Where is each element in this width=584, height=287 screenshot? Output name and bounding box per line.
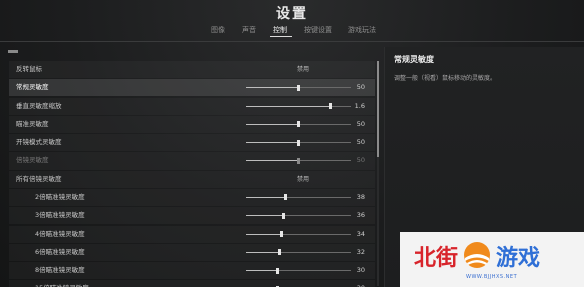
slider-fill: [246, 123, 299, 125]
slider-handle[interactable]: [297, 139, 300, 146]
settings-list: 反转鼠标 禁用 常规灵敏度 50 垂直灵敏度缩放 1.6 瞄准灵敏度 50 开镜模式灵敏度 50 倍…: [9, 61, 375, 287]
setting-value: 30: [357, 280, 365, 287]
setting-value: 50: [356, 138, 365, 147]
setting-slider[interactable]: [246, 121, 351, 128]
setting-value: 32: [356, 247, 365, 256]
setting-label: 倍镜灵敏度: [16, 156, 49, 165]
setting-slider[interactable]: [246, 212, 351, 219]
setting-row[interactable]: 6倍瞄准镜灵敏度 32: [9, 244, 375, 261]
setting-label: 6倍瞄准镜灵敏度: [35, 247, 85, 256]
slider-fill: [246, 233, 282, 235]
setting-label: 开镜模式灵敏度: [16, 138, 62, 147]
slider-fill: [246, 270, 278, 272]
tab-sound[interactable]: 声音: [242, 25, 256, 35]
scrollbar-thumb[interactable]: [377, 61, 379, 157]
setting-row[interactable]: 8倍瞄准镜灵敏度 30: [9, 262, 375, 279]
slider-fill: [246, 251, 280, 253]
setting-label: 瞄准灵敏度: [16, 119, 49, 128]
tab-bar: 图像 声音 控制 按键设置 游戏玩法: [0, 25, 584, 39]
slider-handle[interactable]: [278, 249, 282, 256]
setting-label: 2倍瞄准镜灵敏度: [35, 192, 85, 201]
page-title: 设置: [276, 6, 308, 22]
setting-slider[interactable]: [246, 84, 351, 91]
description-title: 常规灵敏度: [394, 55, 434, 64]
tabs-divider: [0, 41, 584, 42]
description-text: 调整一般（视看）鼠标移动的灵敏度。: [394, 75, 497, 82]
section-header-fragment: [8, 50, 18, 53]
setting-label: 所有倍镜灵敏度: [16, 174, 62, 183]
setting-value: 1.6: [354, 101, 365, 110]
slider-fill: [246, 215, 284, 217]
slider-handle[interactable]: [328, 103, 332, 110]
setting-slider[interactable]: [246, 139, 351, 146]
slider-handle[interactable]: [297, 121, 300, 128]
tab-gameplay[interactable]: 游戏玩法: [348, 25, 376, 35]
watermark-logo: 北街 游戏 WWW.BJJHXS.NET: [400, 232, 584, 287]
setting-value: 50: [356, 156, 365, 165]
setting-slider[interactable]: [246, 249, 351, 256]
tab-controls[interactable]: 控制: [273, 25, 287, 35]
slider-handle[interactable]: [297, 157, 300, 164]
setting-label: 3倍瞄准镜灵敏度: [35, 211, 85, 220]
setting-row[interactable]: 垂直灵敏度缩放 1.6: [9, 98, 375, 115]
setting-value: 30: [356, 266, 365, 275]
setting-slider[interactable]: [246, 103, 351, 110]
watermark-url: WWW.BJJHXS.NET: [466, 274, 518, 280]
slider-handle[interactable]: [284, 194, 288, 201]
setting-label: 常规灵敏度: [16, 83, 49, 92]
watermark-brand-part1: 北街: [414, 246, 459, 271]
setting-slider[interactable]: [246, 231, 351, 238]
setting-value: 34: [356, 229, 365, 238]
setting-label: 垂直灵敏度缩放: [16, 101, 62, 110]
slider-handle[interactable]: [297, 84, 300, 91]
setting-label: 15倍瞄准镜灵敏度: [35, 280, 89, 287]
settings-scrollbar[interactable]: [377, 61, 379, 286]
setting-row[interactable]: 开镜模式灵敏度 50: [9, 134, 375, 151]
slider-fill: [246, 160, 299, 162]
setting-label: 反转鼠标: [16, 65, 42, 73]
active-tab-indicator: [270, 36, 292, 37]
setting-value: 36: [356, 211, 365, 220]
setting-row[interactable]: 瞄准灵敏度 50: [9, 116, 375, 133]
setting-slider[interactable]: [246, 157, 351, 164]
slider-handle[interactable]: [276, 267, 279, 274]
setting-row[interactable]: 15倍瞄准镜灵敏度 30: [9, 280, 375, 287]
setting-label: 8倍瞄准镜灵敏度: [35, 266, 85, 275]
setting-value: 50: [356, 119, 365, 128]
slider-fill: [246, 105, 330, 107]
slider-handle[interactable]: [280, 231, 284, 238]
watermark-brand-part2: 游戏: [496, 246, 541, 271]
slider-fill: [246, 87, 299, 89]
setting-row[interactable]: 反转鼠标 禁用: [9, 61, 375, 78]
slider-handle[interactable]: [282, 212, 286, 219]
setting-row[interactable]: 4倍瞄准镜灵敏度 34: [9, 226, 375, 243]
setting-slider[interactable]: [246, 267, 351, 274]
setting-option-value[interactable]: 禁用: [297, 61, 309, 78]
setting-row[interactable]: 所有倍镜灵敏度 禁用: [9, 171, 375, 188]
tab-keybindings[interactable]: 按键设置: [304, 25, 332, 35]
setting-option-value[interactable]: 禁用: [297, 171, 309, 188]
tab-graphics[interactable]: 图像: [211, 25, 225, 35]
setting-row[interactable]: 2倍瞄准镜灵敏度 38: [9, 189, 375, 206]
setting-row[interactable]: 倍镜灵敏度 50: [9, 152, 375, 169]
setting-row[interactable]: 3倍瞄准镜灵敏度 36: [9, 207, 375, 224]
setting-row[interactable]: 常规灵敏度 50: [9, 79, 375, 97]
setting-value: 50: [356, 83, 365, 92]
setting-value: 38: [356, 192, 365, 201]
slider-fill: [246, 142, 299, 144]
watermark-sun-icon: [464, 242, 490, 268]
slider-fill: [246, 196, 286, 198]
setting-label: 4倍瞄准镜灵敏度: [35, 229, 85, 238]
setting-slider[interactable]: [246, 194, 351, 201]
